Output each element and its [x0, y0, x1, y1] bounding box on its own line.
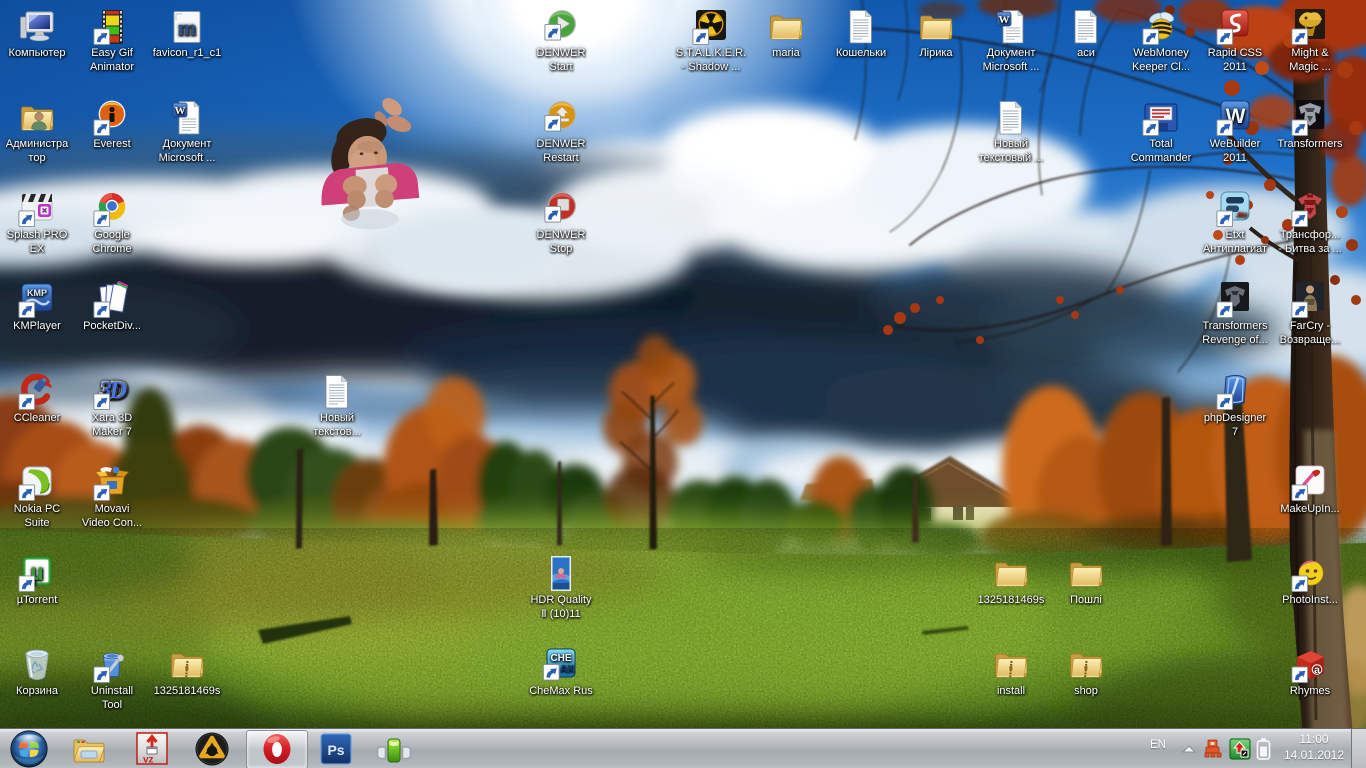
- svg-text:vz: vz: [143, 755, 154, 766]
- svg-text:.RU: .RU: [1236, 212, 1248, 219]
- svg-text:AX: AX: [560, 664, 574, 675]
- svg-text:Ps: Ps: [327, 742, 344, 758]
- svg-text:m: m: [178, 15, 196, 40]
- svg-text:D: D: [108, 378, 126, 404]
- svg-text:KMP: KMP: [27, 288, 47, 298]
- svg-text:CHE: CHE: [550, 653, 571, 664]
